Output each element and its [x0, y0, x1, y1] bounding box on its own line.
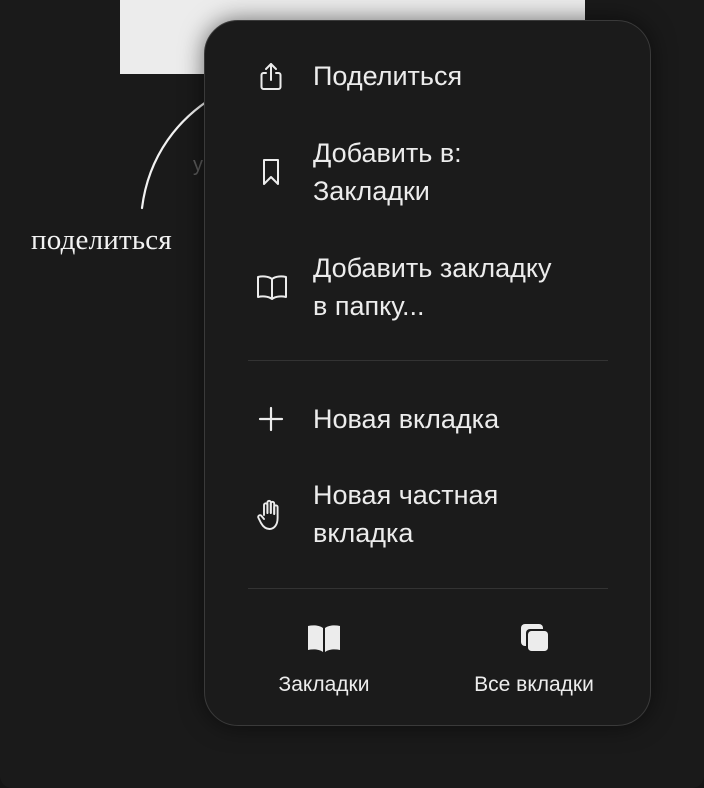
- all-tabs-button-label: Все вкладки: [474, 673, 594, 696]
- plus-icon: [255, 403, 287, 435]
- tabs-stack-icon: [514, 619, 554, 659]
- menu-item-label: Добавить в: Закладки: [313, 138, 462, 206]
- menu-item-label: Новая частная вкладка: [313, 480, 499, 548]
- menu-item-label: Новая вкладка: [313, 404, 500, 434]
- hand-icon: [255, 498, 287, 530]
- menu-divider: [248, 588, 608, 589]
- context-menu: Поделиться Добавить в: Закладки Добавить…: [204, 20, 651, 726]
- all-tabs-button[interactable]: Все вкладки: [444, 619, 624, 699]
- menu-divider: [248, 360, 608, 361]
- annotation-label: поделиться: [31, 224, 172, 256]
- menu-item-new-tab[interactable]: Новая вкладка: [205, 400, 650, 440]
- bookmarks-button[interactable]: Закладки: [234, 619, 414, 699]
- menu-item-add-to-bookmarks[interactable]: Добавить в: Закладки: [205, 134, 650, 214]
- menu-item-label: Добавить закладку в папку...: [313, 253, 552, 321]
- share-icon: [255, 61, 287, 93]
- book-open-icon: [255, 271, 287, 303]
- menu-item-add-bookmark-to-folder[interactable]: Добавить закладку в папку...: [205, 249, 650, 329]
- bookmarks-book-icon: [304, 619, 344, 659]
- menu-item-new-private-tab[interactable]: Новая частная вкладка: [205, 476, 650, 556]
- menu-item-share[interactable]: Поделиться: [205, 57, 650, 97]
- bookmarks-button-label: Закладки: [278, 673, 370, 696]
- menu-item-label: Поделиться: [313, 61, 463, 91]
- bookmark-icon: [255, 156, 287, 188]
